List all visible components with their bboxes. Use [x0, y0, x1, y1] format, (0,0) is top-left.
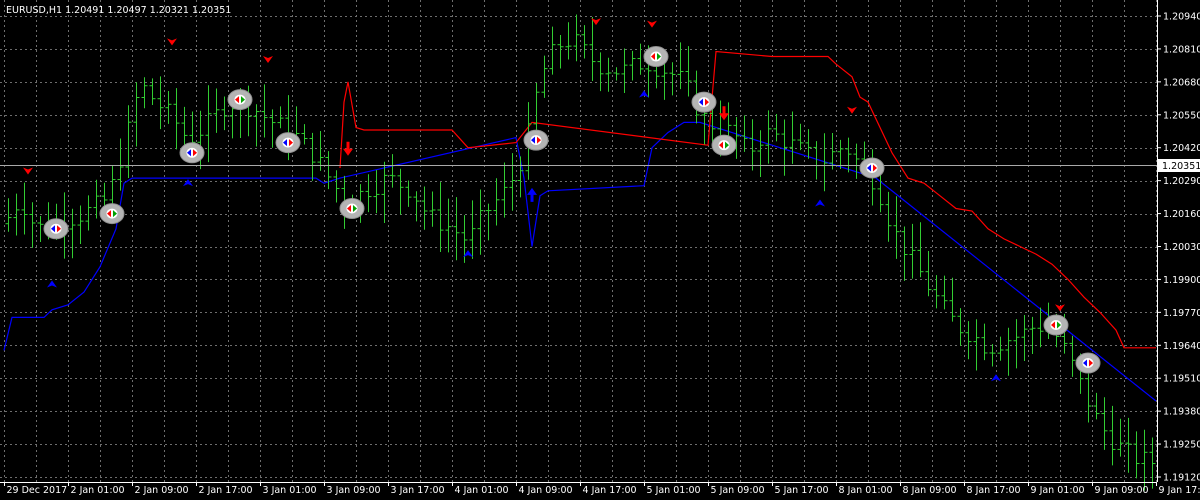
time-tick-label: 2 Jan 09:00 [135, 485, 189, 496]
buy-signal-marker [1075, 352, 1101, 374]
sell-signal-marker [99, 203, 125, 225]
time-tick-label: 2 Jan 01:00 [71, 485, 125, 496]
time-tick-label: 9 Jan 09:00 [1095, 485, 1149, 496]
time-tick-label: 29 Dec 2017 [7, 485, 68, 496]
time-tick-label: 4 Jan 17:00 [583, 485, 637, 496]
buy-signal-marker [43, 218, 69, 240]
price-tick-label: 1.19640 [1163, 341, 1200, 352]
price-tick-label: 1.19770 [1163, 308, 1200, 319]
time-tick-label: 8 Jan 09:00 [903, 485, 957, 496]
sell-signal-marker [643, 46, 669, 68]
price-tick-label: 1.19380 [1163, 407, 1200, 418]
buy-signal-marker [859, 157, 885, 179]
time-tick-label: 3 Jan 17:00 [391, 485, 445, 496]
price-tick-label: 1.19120 [1163, 473, 1200, 484]
price-tick-label: 1.20420 [1163, 143, 1200, 154]
buy-signal-marker [523, 129, 549, 151]
time-tick-label: 3 Jan 01:00 [263, 485, 317, 496]
buy-signal-marker [179, 142, 205, 164]
time-tick-label: 9 Jan 01:00 [1031, 485, 1085, 496]
price-tick-label: 1.20810 [1163, 44, 1200, 55]
time-tick-label: 3 Jan 09:00 [327, 485, 381, 496]
price-tick-label: 1.20290 [1163, 176, 1200, 187]
chart-title: EURUSD,H1 1.20491 1.20497 1.20321 1.2035… [6, 5, 231, 16]
time-tick-label: 9 Jan 17:00 [1159, 485, 1200, 496]
time-tick-label: 4 Jan 01:00 [455, 485, 509, 496]
price-tick-label: 1.19250 [1163, 440, 1200, 451]
time-tick-label: 8 Jan 01:00 [839, 485, 893, 496]
price-tick-label: 1.20030 [1163, 242, 1200, 253]
buy-signal-marker [275, 132, 301, 154]
sell-signal-marker [1043, 314, 1069, 336]
time-tick-label: 5 Jan 01:00 [647, 485, 701, 496]
time-tick-label: 2 Jan 17:00 [199, 485, 253, 496]
current-price-label: 1.20351 [1162, 161, 1200, 172]
sell-signal-marker [339, 198, 365, 220]
buy-signal-marker [691, 91, 717, 113]
time-tick-label: 8 Jan 17:00 [967, 485, 1021, 496]
time-tick-label: 4 Jan 09:00 [519, 485, 573, 496]
price-tick-label: 1.20550 [1163, 110, 1200, 121]
price-tick-label: 1.19900 [1163, 275, 1200, 286]
price-tick-label: 1.20680 [1163, 77, 1200, 88]
price-tick-label: 1.20160 [1163, 209, 1200, 220]
price-axis[interactable]: 1.20940 1.20810 1.20680 1.20550 1.20420 1.202… [1157, 12, 1200, 484]
time-tick-label: 5 Jan 09:00 [711, 485, 765, 496]
price-tick-label: 1.20940 [1163, 12, 1200, 23]
price-tick-label: 1.19510 [1163, 374, 1200, 385]
price-chart[interactable]: 1.20351 1.209401.208101.206801.205501.20… [0, 0, 1200, 500]
sell-signal-marker [227, 89, 253, 111]
sell-signal-marker [711, 134, 737, 156]
time-tick-label: 5 Jan 17:00 [775, 485, 829, 496]
